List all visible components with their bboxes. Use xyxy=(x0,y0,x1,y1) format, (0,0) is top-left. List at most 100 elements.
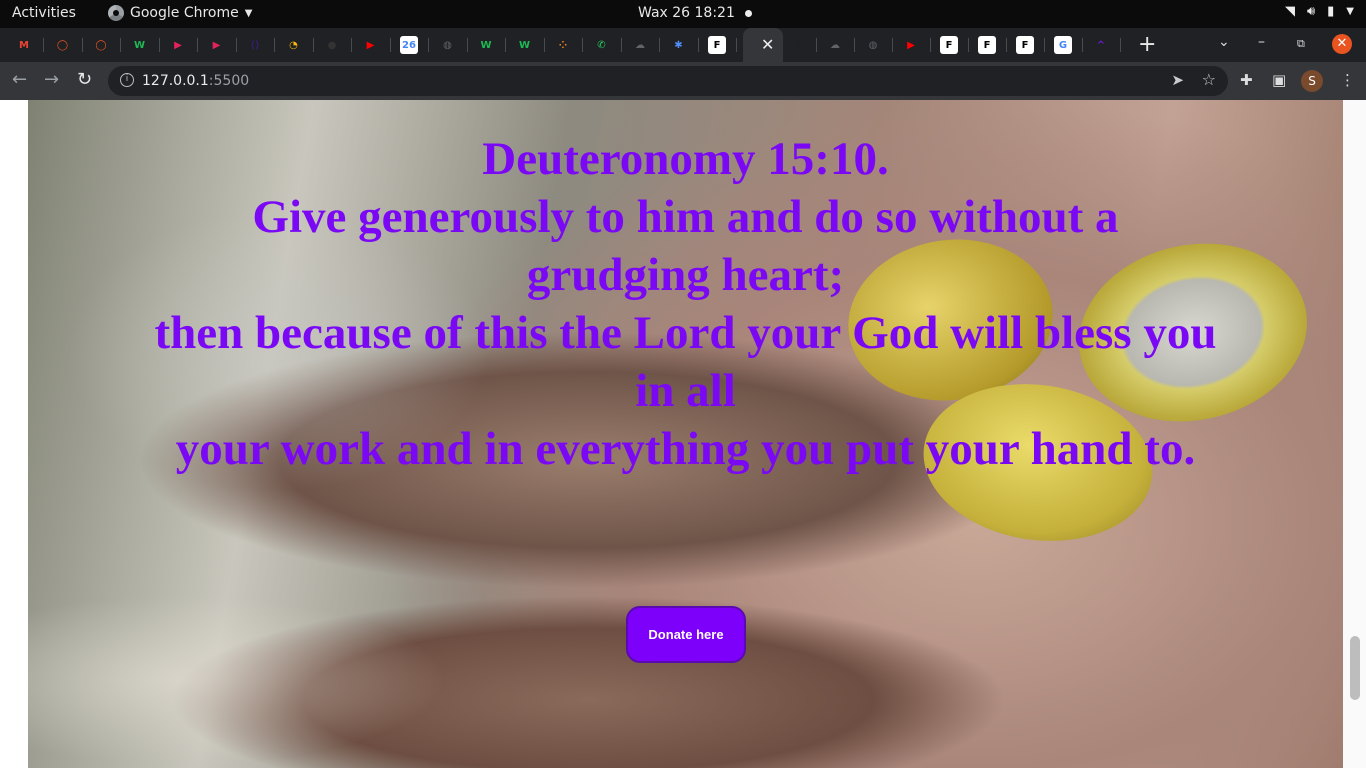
new-tab-button[interactable]: + xyxy=(1138,32,1156,57)
cloud-icon[interactable]: ☁ xyxy=(631,36,649,54)
terminal-icon[interactable]: ⌸ xyxy=(788,36,806,54)
tab-separator xyxy=(659,38,660,52)
cloud-icon[interactable]: ☁ xyxy=(826,36,844,54)
close-window-button[interactable]: ✕ xyxy=(1332,34,1352,54)
chevron-down-icon: ▼ xyxy=(244,7,253,19)
chrome-icon xyxy=(108,5,124,21)
back-button[interactable]: ← xyxy=(12,69,27,90)
page-scrollbar[interactable] xyxy=(1343,100,1366,768)
url-text[interactable]: 127.0.0.1:5500 xyxy=(142,73,249,89)
verse-text: Deuteronomy 15:10. Give generously to hi… xyxy=(28,130,1343,478)
scrollbar-thumb[interactable] xyxy=(1350,636,1360,700)
menu-kebab-icon[interactable]: ⋮ xyxy=(1340,71,1355,89)
w-icon[interactable]: W xyxy=(131,36,149,54)
minimize-button[interactable]: – xyxy=(1258,34,1265,50)
calendar-icon[interactable]: 26 xyxy=(400,36,418,54)
page-viewport: Deuteronomy 15:10. Give generously to hi… xyxy=(0,100,1366,768)
tab-separator xyxy=(274,38,275,52)
tab-separator xyxy=(389,38,391,52)
puzzle-icon[interactable]: ✱ xyxy=(670,36,688,54)
tab-separator xyxy=(543,38,545,52)
close-tab-icon[interactable]: ✕ xyxy=(761,35,774,54)
code-icon[interactable]: ⟨⟩ xyxy=(246,36,264,54)
tab-separator xyxy=(120,38,121,52)
forward-button[interactable]: → xyxy=(44,69,59,90)
tab-separator xyxy=(1006,38,1007,52)
w-icon[interactable]: W xyxy=(516,36,534,54)
wifi-icon: ◥ xyxy=(1284,4,1295,19)
tab-separator xyxy=(968,38,969,52)
tab-active[interactable]: ✕ xyxy=(743,28,783,62)
maximize-button[interactable]: ⧉ xyxy=(1297,37,1305,51)
globe-icon[interactable]: ◍ xyxy=(439,36,457,54)
activities-button[interactable]: Activities xyxy=(12,5,76,21)
verse-line: your work and in everything you put your… xyxy=(175,423,1196,475)
clock[interactable]: Wax 26 18:21 xyxy=(638,5,752,21)
url-host: 127.0.0.1 xyxy=(142,73,209,89)
extensions-icon[interactable]: ✚ xyxy=(1240,71,1253,89)
drive-icon[interactable]: ◔ xyxy=(285,36,303,54)
volume-icon: 🔊︎ xyxy=(1306,4,1316,19)
verse-reference: Deuteronomy 15:10. xyxy=(482,133,889,185)
browser-toolbar: ← → ↻ i 127.0.0.1:5500 ➤ ☆ ✚ ▣ S ⋮ xyxy=(0,62,1366,100)
system-top-bar: Activities Google Chrome ▼ Wax 26 18:21 … xyxy=(0,0,1366,28)
address-bar[interactable]: i 127.0.0.1:5500 ➤ ☆ xyxy=(108,66,1228,96)
send-icon[interactable]: ➤ xyxy=(1171,71,1184,89)
f-icon[interactable]: F xyxy=(708,36,726,54)
whatsapp-icon[interactable]: ✆ xyxy=(593,36,611,54)
bookmark-star-icon[interactable]: ☆ xyxy=(1202,70,1216,89)
verse-line: Give generously to him and do so without… xyxy=(252,191,1119,301)
github-icon[interactable]: ● xyxy=(323,36,341,54)
app-menu[interactable]: Google Chrome ▼ xyxy=(108,5,252,21)
hero-background-image: Deuteronomy 15:10. Give generously to hi… xyxy=(28,100,1343,768)
system-tray[interactable]: ◥ 🔊︎ ▮ ▼ xyxy=(1285,4,1354,19)
tab-separator xyxy=(43,38,44,52)
tab-search-icon[interactable]: ⌄ xyxy=(1218,34,1230,50)
tab-separator xyxy=(505,38,506,52)
tab-separator xyxy=(697,38,699,52)
tab-strip: ✕ + ⌄ – ⧉ ✕ M ◯ ◯ W ▶ ▶ ⟨⟩ ◔ ● ▶ 26 ◍ W W ⁘ ✆ ☁ ✱ F ⌸ ☁ ◍ ▶ F F F… xyxy=(0,28,1366,62)
globe-icon[interactable]: ◍ xyxy=(864,36,882,54)
tab-separator xyxy=(197,38,198,52)
tab-separator xyxy=(736,38,737,52)
tab-separator xyxy=(428,38,429,52)
info-icon[interactable]: i xyxy=(120,73,134,87)
tab-separator xyxy=(466,38,468,52)
google-icon[interactable]: G xyxy=(1054,36,1072,54)
tab-separator xyxy=(930,38,931,52)
tab-separator xyxy=(1082,38,1083,52)
clock-text: Wax 26 18:21 xyxy=(638,5,735,21)
dots-icon[interactable]: ⁘ xyxy=(554,36,572,54)
gmail-icon[interactable]: M xyxy=(15,36,33,54)
donate-button[interactable]: Donate here xyxy=(626,606,746,663)
tab-separator xyxy=(892,38,893,52)
tab-separator xyxy=(235,38,237,52)
chevron-down-icon: ▼ xyxy=(1346,6,1354,17)
player-icon[interactable]: ▶ xyxy=(169,36,187,54)
player-icon[interactable]: ▶ xyxy=(208,36,226,54)
profile-avatar[interactable]: S xyxy=(1301,70,1323,92)
tab-separator xyxy=(351,38,352,52)
w-icon[interactable]: W xyxy=(477,36,495,54)
tab-separator xyxy=(816,38,817,52)
f-icon[interactable]: F xyxy=(1016,36,1034,54)
tab-separator xyxy=(620,38,622,52)
side-panel-icon[interactable]: ▣ xyxy=(1272,71,1286,89)
tab-separator xyxy=(1120,38,1121,52)
notification-dot-icon xyxy=(744,9,752,17)
ubuntu-icon[interactable]: ◯ xyxy=(92,36,110,54)
tab-separator xyxy=(854,38,855,52)
caret-icon[interactable]: ^ xyxy=(1092,36,1110,54)
tab-separator xyxy=(81,38,83,52)
youtube-icon[interactable]: ▶ xyxy=(362,36,380,54)
tab-separator xyxy=(312,38,314,52)
tab-separator xyxy=(1044,38,1045,52)
url-port: :5500 xyxy=(208,73,250,89)
app-name: Google Chrome xyxy=(130,5,239,21)
f-icon[interactable]: F xyxy=(940,36,958,54)
reload-button[interactable]: ↻ xyxy=(77,69,92,90)
tab-separator xyxy=(582,38,583,52)
f-icon[interactable]: F xyxy=(978,36,996,54)
ubuntu-icon[interactable]: ◯ xyxy=(54,36,72,54)
youtube-icon[interactable]: ▶ xyxy=(902,36,920,54)
